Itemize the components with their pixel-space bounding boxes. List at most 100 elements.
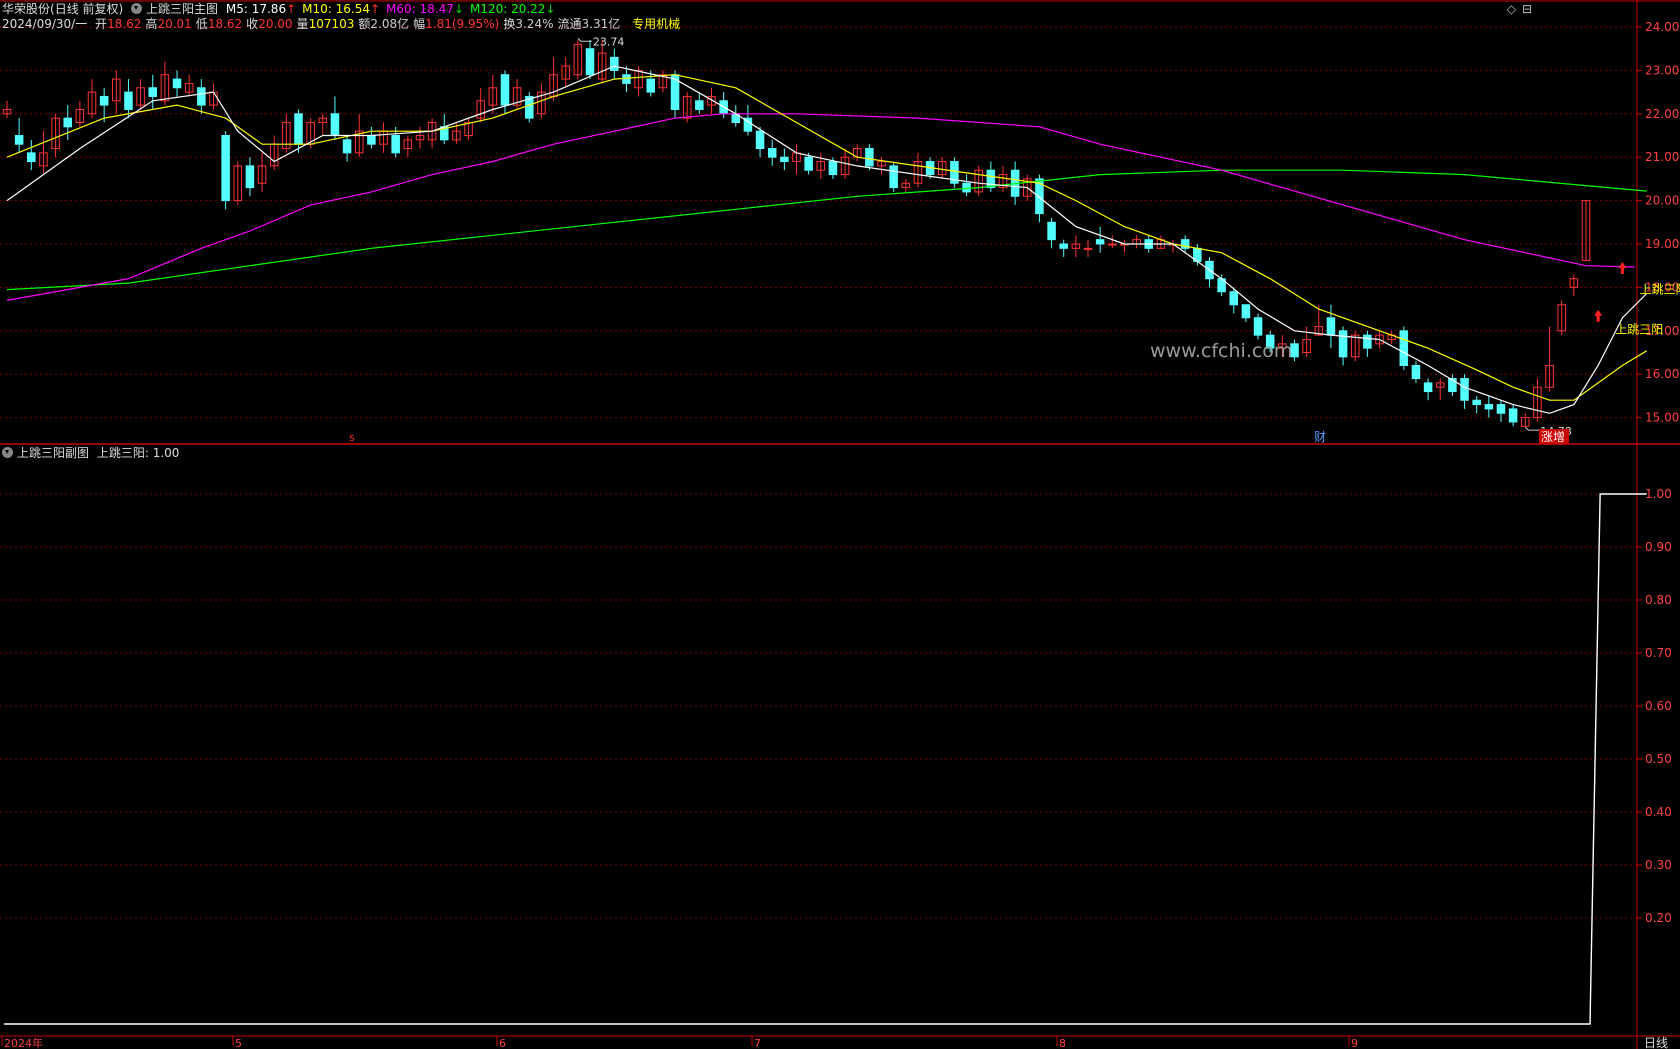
stock-name: 华荣股份 [2, 2, 51, 16]
main-header: 华荣股份(日线 前复权) 上跳三阳主图 M5: 17.86↑ M10: 16.54… [2, 2, 565, 16]
ma-value-0: M5: 17.86 [225, 2, 287, 16]
price-tick-label: 23.00 [1645, 63, 1679, 77]
candle-body [889, 165, 898, 189]
quote-value-2: 18.62 [207, 17, 243, 31]
quote-value-1: 20.01 [157, 17, 192, 31]
sub-tick-label: 1.00 [1645, 487, 1672, 501]
event-tag-zhangzeng: 涨增 [1541, 429, 1565, 444]
quote-value-5: 2.08亿 [370, 17, 410, 31]
candle-body [610, 56, 619, 71]
candle-body [804, 156, 813, 171]
candle-body [1399, 330, 1409, 367]
quote-value-3: 20.00 [258, 17, 293, 31]
quote-header: 2024/09/30/一 开18.62 高20.01 低18.62 收20.00 量10… [2, 17, 684, 31]
ma-values: M5: 17.86↑ M10: 16.54↑ M60: 18.47↓ M120: 20… [226, 2, 562, 16]
candle-body [99, 95, 109, 106]
candle-body [1326, 317, 1336, 336]
candle-body [1508, 408, 1518, 423]
ma-value-2: M60: 18.47 [386, 2, 454, 16]
candle-body [1083, 247, 1093, 250]
price-tick-label: 15.00 [1645, 411, 1679, 425]
quote-date: 2024/09/30/一 [2, 17, 88, 31]
low-mark-pointer [1524, 426, 1540, 431]
candle-body [1095, 239, 1105, 245]
quote-label-6: 幅 [413, 17, 426, 31]
sub-indicator-value: 上跳三阳: 1.00 [96, 446, 180, 460]
signal-label-1: 上跳三阳 [1640, 282, 1680, 296]
candle-body [767, 148, 777, 158]
x-tick-label: 7 [754, 1037, 761, 1049]
candle-body [646, 78, 656, 93]
period-label: 日线 [1644, 1036, 1668, 1049]
quote-label-4: 量 [296, 17, 309, 31]
candle-body [1472, 399, 1481, 406]
quote-value-7: 3.24% [515, 17, 554, 31]
signal-up-arrow-icon [1618, 262, 1627, 275]
sub-indicator-name[interactable]: 上跳三阳副图 [17, 446, 89, 460]
candle-body [124, 91, 133, 110]
panel-toggle-icon[interactable]: ⊟ [1522, 2, 1532, 16]
chart-mode: (日线 前复权) [50, 2, 124, 16]
ma-arrow-3: ↓ [545, 2, 556, 16]
candle-body [294, 113, 303, 145]
candle-body [1423, 382, 1433, 393]
candle-body [1363, 334, 1372, 349]
signal-up-arrow-icon [1594, 309, 1603, 322]
candle-body [172, 78, 182, 89]
x-tick-label: 5 [235, 1037, 242, 1049]
candle-body [1253, 317, 1263, 336]
sub-header: 上跳三阳副图 上跳三阳: 1.00 [2, 446, 183, 460]
indicator-dropdown-icon[interactable] [131, 3, 143, 14]
ma-value-1: M10: 16.54 [302, 2, 370, 16]
sub-tick-label: 0.60 [1645, 699, 1672, 713]
diamond-icon[interactable]: ◇ [1507, 2, 1516, 16]
sub-tick-label: 0.90 [1645, 540, 1672, 554]
x-tick-label: 9 [1351, 1037, 1358, 1049]
chart-canvas: 24.0023.0022.0021.0020.0019.0018.0017.00… [0, 0, 1680, 1049]
main-indicator-name[interactable]: 上跳三阳主图 [146, 2, 218, 16]
price-tick-label: 22.00 [1645, 107, 1679, 121]
quote-value-4: 107103 [308, 17, 355, 31]
candle-body [962, 182, 971, 193]
quote-label-0: 开 [95, 17, 108, 31]
candle-body [1411, 365, 1421, 380]
candle-body [1338, 330, 1348, 358]
candle-body [1047, 221, 1056, 241]
sub-tick-label: 0.20 [1645, 911, 1672, 925]
price-tick-label: 16.00 [1645, 367, 1679, 381]
sub-tick-label: 0.40 [1645, 805, 1672, 819]
candle-body [197, 87, 206, 106]
sub-indicator-dropdown-icon[interactable] [2, 447, 13, 458]
candle-body [865, 148, 874, 167]
price-tick-label: 20.00 [1645, 194, 1679, 208]
high-mark-label: 23.74 [593, 35, 625, 48]
candle-body [500, 74, 510, 106]
quote-label-3: 收 [246, 17, 259, 31]
candle-body [1496, 404, 1506, 414]
candle-body [755, 130, 765, 150]
ma-arrow-1: ↑ [369, 2, 381, 16]
candle-body [330, 113, 340, 137]
x-tick-label: 2024年 [4, 1036, 43, 1049]
high-mark-pointer [577, 37, 592, 42]
x-tick-label: 8 [1059, 1037, 1066, 1049]
watermark-text: www.cfchi.com [1150, 340, 1292, 362]
quote-value-0: 18.62 [107, 17, 142, 31]
sub-tick-label: 0.70 [1645, 646, 1672, 660]
x-tick-label: 6 [499, 1037, 506, 1049]
ma-arrow-0: ↑ [286, 2, 297, 16]
candle-body [391, 135, 400, 154]
candle-body [780, 156, 789, 163]
price-tick-label: 21.00 [1645, 150, 1679, 164]
quote-label-5: 额 [358, 17, 371, 31]
ma-value-3: M120: 20.22 [469, 2, 546, 16]
candle-body [14, 135, 24, 145]
event-tag-cai: 财 [1314, 430, 1326, 444]
candle-body [1484, 404, 1494, 410]
candle-body [1460, 378, 1469, 401]
candle-body [828, 161, 838, 176]
quote-label-7: 换 [503, 17, 516, 31]
candle-body [1059, 243, 1068, 249]
quote-label-2: 低 [195, 17, 208, 31]
sub-tick-label: 0.80 [1645, 593, 1672, 607]
